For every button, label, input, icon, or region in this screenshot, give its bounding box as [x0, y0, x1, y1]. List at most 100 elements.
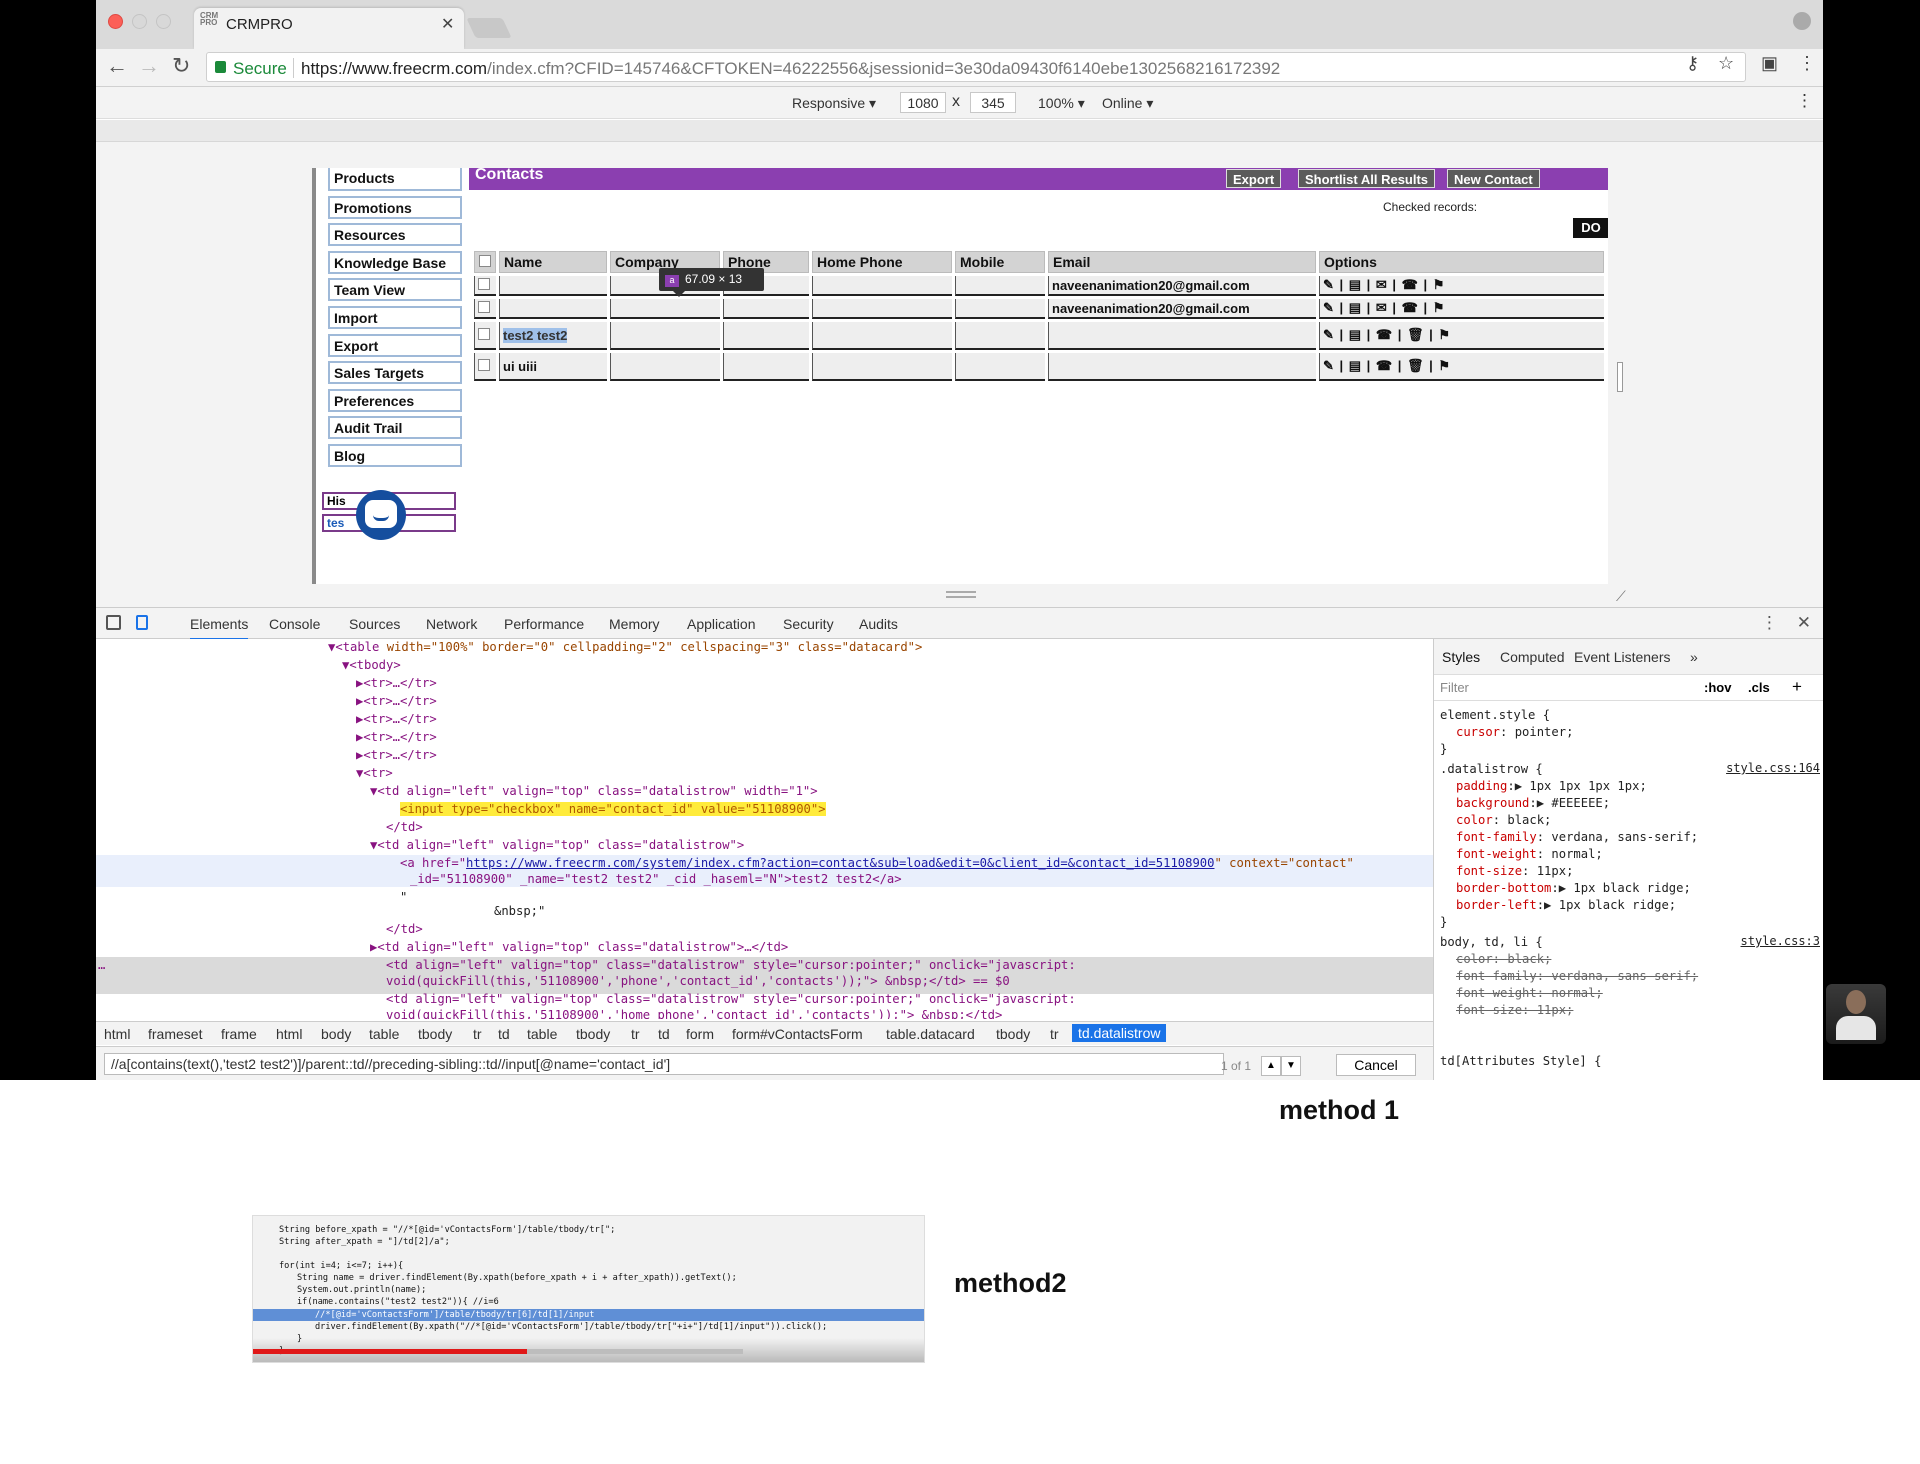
row-checkbox[interactable] [478, 300, 490, 313]
row-options[interactable]: ✎ | ▤ | ☎ | 🗑 | ⚑ [1319, 353, 1604, 381]
column-header-email[interactable]: Email [1048, 251, 1316, 273]
address-bar[interactable]: Secure https://www.freecrm.com/index.cfm… [206, 52, 1746, 82]
sidebar-item-export[interactable]: Export [328, 333, 462, 357]
style-property[interactable]: cursor: pointer; [1456, 724, 1573, 741]
viewport-resize-handle[interactable] [946, 591, 976, 598]
dom-node-td-checkbox[interactable]: ▼<td align="left" valign="top" class="da… [370, 783, 818, 799]
search-next-button[interactable]: ▼ [1281, 1056, 1301, 1076]
reload-icon[interactable]: ↻ [172, 53, 190, 79]
sidebar-item-promotions[interactable]: Promotions [328, 195, 462, 219]
device-mode-select[interactable]: Responsive ▾ [792, 95, 876, 112]
dom-node-table[interactable]: ▼<table width="100%" border="0" cellpadd… [328, 639, 922, 655]
do-button[interactable]: DO [1573, 218, 1608, 238]
style-property[interactable]: font-size: 11px; [1456, 863, 1573, 880]
new-contact-button[interactable]: New Contact [1447, 169, 1540, 188]
style-property[interactable]: color: black; [1456, 812, 1551, 829]
dom-node-tbody[interactable]: ▼<tbody> [342, 657, 401, 673]
overridden-property[interactable]: font-size: 11px; [1456, 1002, 1573, 1019]
sidebar-item-products[interactable]: Products [328, 168, 462, 191]
tab-elements[interactable]: Elements [190, 616, 249, 641]
style-property[interactable]: background:▶ #EEEEEE; [1456, 795, 1610, 812]
tab-security[interactable]: Security [783, 616, 834, 632]
viewport-height-input[interactable]: 345 [970, 92, 1016, 113]
row-checkbox[interactable] [478, 358, 490, 371]
back-icon[interactable]: ← [106, 53, 128, 79]
dom-node-tr[interactable]: ▶<tr>…</tr> [356, 729, 437, 745]
key-icon[interactable]: ⚷ [1686, 53, 1699, 74]
row-options[interactable]: ✎ | ▤ | ✉ | ☎ | ⚑ [1319, 299, 1604, 319]
breadcrumb-item[interactable]: html [104, 1026, 130, 1042]
overridden-property[interactable]: font-weight: normal; [1456, 985, 1603, 1002]
breadcrumb-item[interactable]: body [321, 1026, 351, 1042]
breadcrumb-item[interactable]: tr [631, 1026, 640, 1042]
dom-node-tr-open[interactable]: ▼<tr> [356, 765, 393, 781]
sidebar-item-resources[interactable]: Resources [328, 223, 462, 247]
new-tab-button[interactable] [466, 18, 512, 38]
shortlist-all-results-button[interactable]: Shortlist All Results [1298, 169, 1436, 188]
resize-corner-icon[interactable]: ⟋ [1616, 588, 1626, 605]
sidebar-item-knowledge-base[interactable]: Knowledge Base [328, 250, 462, 274]
dom-node-td-homephone-a[interactable]: <td align="left" valign="top" class="dat… [386, 991, 1076, 1007]
page-scrollbar[interactable] [1617, 362, 1623, 392]
tab-styles[interactable]: Styles [1442, 649, 1480, 665]
overridden-property[interactable]: color: black; [1456, 951, 1551, 968]
dom-node-a-line1[interactable]: <a href="https://www.freecrm.com/system/… [400, 855, 1354, 871]
style-property[interactable]: padding:▶ 1px 1px 1px 1px; [1456, 778, 1647, 795]
row-checkbox[interactable] [478, 277, 490, 290]
export-button[interactable]: Export [1226, 169, 1282, 188]
dom-node-td-phone-b[interactable]: void(quickFill(this,'51108900','phone','… [386, 973, 1010, 989]
breadcrumb-item[interactable]: tbody [418, 1026, 452, 1042]
breadcrumb-item[interactable]: html [276, 1026, 302, 1042]
devtools-close-icon[interactable]: ✕ [1797, 613, 1811, 632]
contact-email[interactable] [1048, 322, 1316, 350]
dom-node-td-phone-a[interactable]: <td align="left" valign="top" class="dat… [386, 957, 1076, 973]
tab-audits[interactable]: Audits [859, 616, 898, 632]
tab-sources[interactable]: Sources [349, 616, 400, 632]
breadcrumb-item[interactable]: table.datacard [886, 1026, 975, 1042]
overridden-property[interactable]: font-family: verdana, sans-serif; [1456, 968, 1698, 985]
extension-icon[interactable]: ▣ [1761, 53, 1778, 74]
breadcrumb-item[interactable]: tbody [996, 1026, 1030, 1042]
style-property[interactable]: font-weight: normal; [1456, 846, 1603, 863]
breadcrumb-item[interactable]: form [686, 1026, 714, 1042]
dom-node-tr[interactable]: ▶<tr>…</tr> [356, 711, 437, 727]
device-toolbar-menu-icon[interactable]: ⋮ [1796, 91, 1813, 111]
breadcrumb-item[interactable]: td [658, 1026, 670, 1042]
contact-email[interactable]: naveenanimation20@gmail.com [1048, 276, 1316, 296]
forward-icon[interactable]: → [138, 53, 160, 79]
hover-state-toggle[interactable]: :hov [1704, 680, 1731, 695]
network-select[interactable]: Online ▾ [1102, 95, 1153, 112]
dom-node-a-line2[interactable]: _id="51108900" _name="test2 test2" _cid … [410, 871, 902, 887]
breadcrumb-item[interactable]: table [369, 1026, 399, 1042]
dom-node-td-company[interactable]: ▶<td align="left" valign="top" class="da… [370, 939, 788, 955]
sidebar-item-import[interactable]: Import [328, 305, 462, 329]
dom-node-tr[interactable]: ▶<tr>…</tr> [356, 675, 437, 691]
class-toggle[interactable]: .cls [1748, 680, 1770, 695]
breadcrumb-item[interactable]: td [498, 1026, 510, 1042]
style-source-link[interactable]: style.css:164 [1726, 761, 1820, 775]
contact-email[interactable]: naveenanimation20@gmail.com [1048, 299, 1316, 319]
devtools-menu-icon[interactable]: ⋮ [1761, 613, 1778, 632]
sidebar-item-blog[interactable]: Blog [328, 443, 462, 467]
close-window-icon[interactable] [108, 14, 123, 29]
dom-node-tr[interactable]: ▶<tr>…</tr> [356, 747, 437, 763]
search-previous-button[interactable]: ▲ [1261, 1056, 1281, 1076]
style-property[interactable]: font-family: verdana, sans-serif; [1456, 829, 1698, 846]
row-options[interactable]: ✎ | ▤ | ☎ | 🗑 | ⚑ [1319, 322, 1604, 350]
dom-node-ellipsis[interactable]: … [98, 957, 105, 973]
column-header-home-phone[interactable]: Home Phone [812, 251, 952, 273]
tab-application[interactable]: Application [687, 616, 756, 632]
breadcrumb-item[interactable]: frameset [148, 1026, 202, 1042]
search-cancel-button[interactable]: Cancel [1336, 1054, 1416, 1076]
column-header-name[interactable]: Name [499, 251, 607, 273]
contact-name[interactable] [499, 276, 607, 296]
style-source-link[interactable]: style.css:3 [1741, 934, 1820, 948]
row-options[interactable]: ✎ | ▤ | ✉ | ☎ | ⚑ [1319, 276, 1604, 296]
contact-email[interactable] [1048, 353, 1316, 381]
xpath-search-input[interactable]: //a[contains(text(),'test2 test2')]/pare… [104, 1053, 1224, 1075]
style-property[interactable]: border-bottom:▶ 1px black ridge; [1456, 880, 1691, 897]
row-checkbox[interactable] [478, 327, 490, 340]
media-query-ruler[interactable] [96, 120, 1823, 142]
device-toggle-icon[interactable] [136, 615, 148, 630]
column-header-mobile[interactable]: Mobile [955, 251, 1045, 273]
